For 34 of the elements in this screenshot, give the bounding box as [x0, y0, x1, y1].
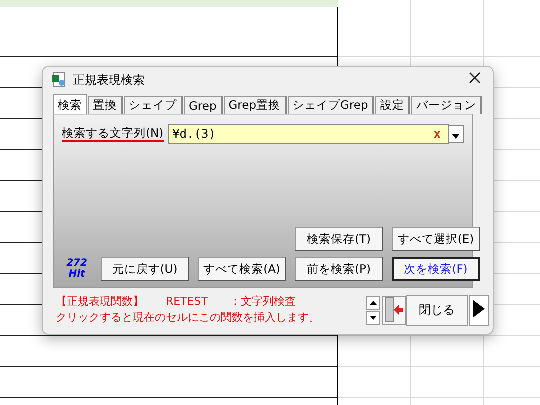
action-button[interactable]: すべて検索(A) [198, 257, 286, 281]
tab[interactable]: シェイプGrep [288, 96, 374, 114]
tab[interactable]: 置換 [88, 96, 123, 114]
tab[interactable]: 設定 [375, 96, 410, 114]
close-dialog-button[interactable]: 閉じる [406, 294, 468, 326]
function-description[interactable]: 【正規表現関数】 RETEST ：文字列検査 クリックすると現在のセルにこの関数を挿入します。 [56, 294, 366, 326]
search-label: 検索する文字列(N) [62, 126, 164, 142]
insert-button[interactable] [382, 296, 406, 324]
close-icon [469, 72, 481, 84]
hit-label: Hit [68, 269, 86, 280]
scroll-down-button[interactable] [366, 310, 380, 324]
dropdown-icon [452, 134, 460, 138]
tab[interactable]: バージョン [411, 96, 482, 114]
tab[interactable]: シェイプ [124, 96, 183, 114]
action-button[interactable]: 元に戻す(U) [101, 257, 189, 281]
search-field[interactable]: ¥d.(3) x [168, 124, 449, 144]
tab[interactable]: Grep置換 [224, 96, 287, 114]
hit-count: 272 [66, 258, 88, 269]
action-button[interactable]: 前を検索(P) [295, 257, 383, 281]
action-button[interactable]: 検索保存(T) [295, 227, 383, 251]
tab[interactable]: Grep [184, 96, 223, 114]
clear-button[interactable]: x [434, 127, 441, 141]
down-arrow-icon [370, 316, 376, 320]
up-arrow-icon [370, 300, 376, 304]
dropdown-button[interactable] [448, 125, 464, 143]
tab[interactable]: 検索 [53, 94, 87, 115]
action-button[interactable]: すべて選択(E) [392, 227, 480, 251]
spreadsheet-app-icon [51, 72, 67, 88]
door-arrow-icon [384, 296, 404, 322]
scroll-up-button[interactable] [366, 296, 380, 310]
play-icon [472, 298, 486, 318]
window-title: 正規表現検索 [73, 72, 146, 88]
action-button[interactable]: 次を検索(F) [392, 257, 480, 281]
next-button[interactable] [469, 294, 489, 326]
